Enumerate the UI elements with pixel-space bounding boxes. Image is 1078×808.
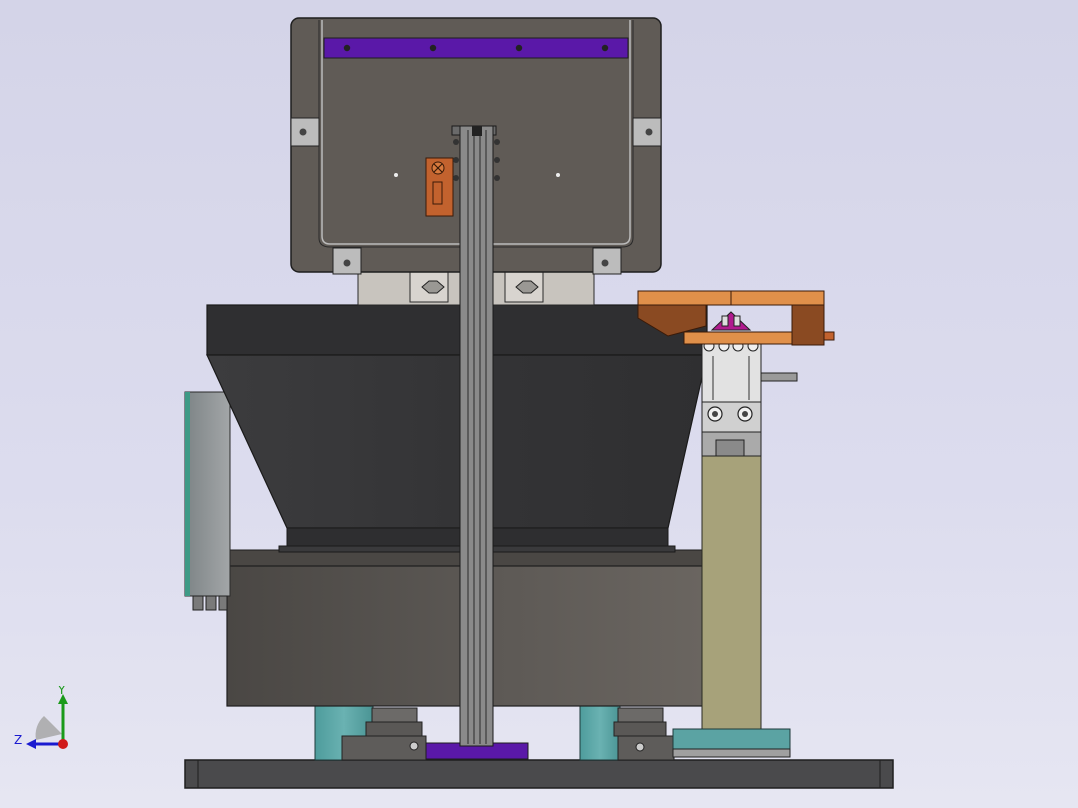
- feeder-bowl[interactable]: [206, 304, 708, 553]
- x-axis-dot: [58, 739, 68, 749]
- level-sensor[interactable]: [425, 157, 454, 217]
- z-axis-label: Z: [14, 733, 22, 747]
- cad-3d-viewport[interactable]: Y Z: [0, 0, 1078, 808]
- base-plate[interactable]: [184, 759, 894, 789]
- triad-arc-shading: [35, 716, 62, 740]
- control-box[interactable]: [184, 391, 231, 611]
- triad-graphic: Y Z: [14, 683, 68, 749]
- damper-mount-right[interactable]: [613, 707, 675, 761]
- feeder-assembly-model[interactable]: [0, 0, 1078, 808]
- z-axis-arrowhead: [26, 739, 36, 749]
- coordinate-triad: Y Z: [12, 683, 82, 756]
- y-axis-label: Y: [57, 686, 66, 697]
